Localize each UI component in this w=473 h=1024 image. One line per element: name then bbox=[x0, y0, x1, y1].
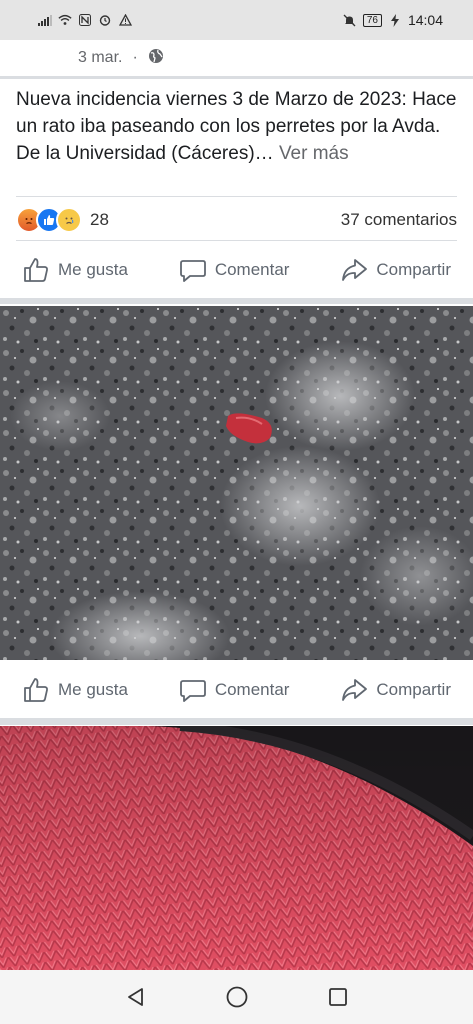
photo-share-button[interactable]: Compartir bbox=[340, 676, 451, 704]
photo-comment-label: Comentar bbox=[214, 680, 290, 699]
thumbs-up-icon bbox=[24, 258, 48, 282]
reactions-divider bbox=[16, 240, 457, 241]
post-separator bbox=[0, 298, 473, 304]
home-icon[interactable] bbox=[224, 984, 250, 1010]
photo-comment-button[interactable]: Comentar bbox=[179, 676, 290, 704]
photo-actions: Me gusta Comentar Compartir bbox=[0, 666, 473, 714]
photo-separator bbox=[0, 718, 473, 725]
photo-like-label: Me gusta bbox=[58, 680, 128, 699]
share-button[interactable]: Compartir bbox=[340, 256, 451, 284]
status-icons-left bbox=[38, 13, 132, 27]
comment-icon bbox=[179, 680, 206, 702]
post-text: Nueva incidencia viernes 3 de Marzo de 2… bbox=[16, 86, 461, 167]
see-more-link[interactable]: Ver más bbox=[279, 143, 349, 164]
warning-icon bbox=[118, 13, 132, 27]
reactions[interactable]: 28 bbox=[16, 207, 109, 233]
reactions-summary: 28 37 comentarios bbox=[16, 203, 457, 237]
like-label: Me gusta bbox=[58, 260, 128, 279]
comment-button[interactable]: Comentar bbox=[179, 256, 290, 284]
battery-indicator: 76 bbox=[362, 13, 382, 27]
globe-icon bbox=[148, 48, 164, 69]
post-photo-fabric[interactable] bbox=[0, 726, 473, 970]
comment-icon bbox=[179, 260, 206, 282]
share-icon bbox=[342, 259, 368, 281]
thumbs-up-icon bbox=[24, 678, 48, 702]
status-icons-right: 76 14:04 bbox=[343, 12, 443, 28]
mute-icon bbox=[343, 13, 357, 27]
photo-share-label: Compartir bbox=[376, 680, 451, 699]
text-divider bbox=[16, 196, 457, 197]
system-nav-bar bbox=[0, 970, 473, 1024]
alarm-icon bbox=[98, 13, 112, 27]
signal-icon bbox=[38, 13, 52, 27]
recents-icon[interactable] bbox=[325, 984, 351, 1010]
share-icon bbox=[342, 679, 368, 701]
comments-count[interactable]: 37 comentarios bbox=[341, 210, 457, 230]
post-photo-pavement[interactable] bbox=[0, 306, 473, 660]
like-button[interactable]: Me gusta bbox=[22, 256, 128, 284]
back-icon[interactable] bbox=[123, 984, 149, 1010]
status-bar: 76 14:04 bbox=[0, 0, 473, 40]
header-divider bbox=[0, 76, 473, 79]
wifi-icon bbox=[58, 13, 72, 27]
comment-label: Comentar bbox=[214, 260, 290, 279]
nfc-icon bbox=[78, 13, 92, 27]
share-label: Compartir bbox=[376, 260, 451, 279]
post-body: Nueva incidencia viernes 3 de Marzo de 2… bbox=[16, 89, 457, 164]
post-actions: Me gusta Comentar Compartir bbox=[0, 246, 473, 294]
date-separator: · bbox=[132, 49, 138, 66]
clock: 14:04 bbox=[407, 12, 443, 28]
reaction-count: 28 bbox=[90, 210, 109, 229]
charging-icon bbox=[388, 13, 402, 27]
post-date[interactable]: 3 mar. bbox=[78, 49, 122, 67]
post-header: 3 mar. · bbox=[0, 40, 473, 76]
photo-like-button[interactable]: Me gusta bbox=[22, 676, 128, 704]
reaction-icons bbox=[16, 207, 82, 233]
sad-reaction-icon bbox=[56, 207, 82, 233]
